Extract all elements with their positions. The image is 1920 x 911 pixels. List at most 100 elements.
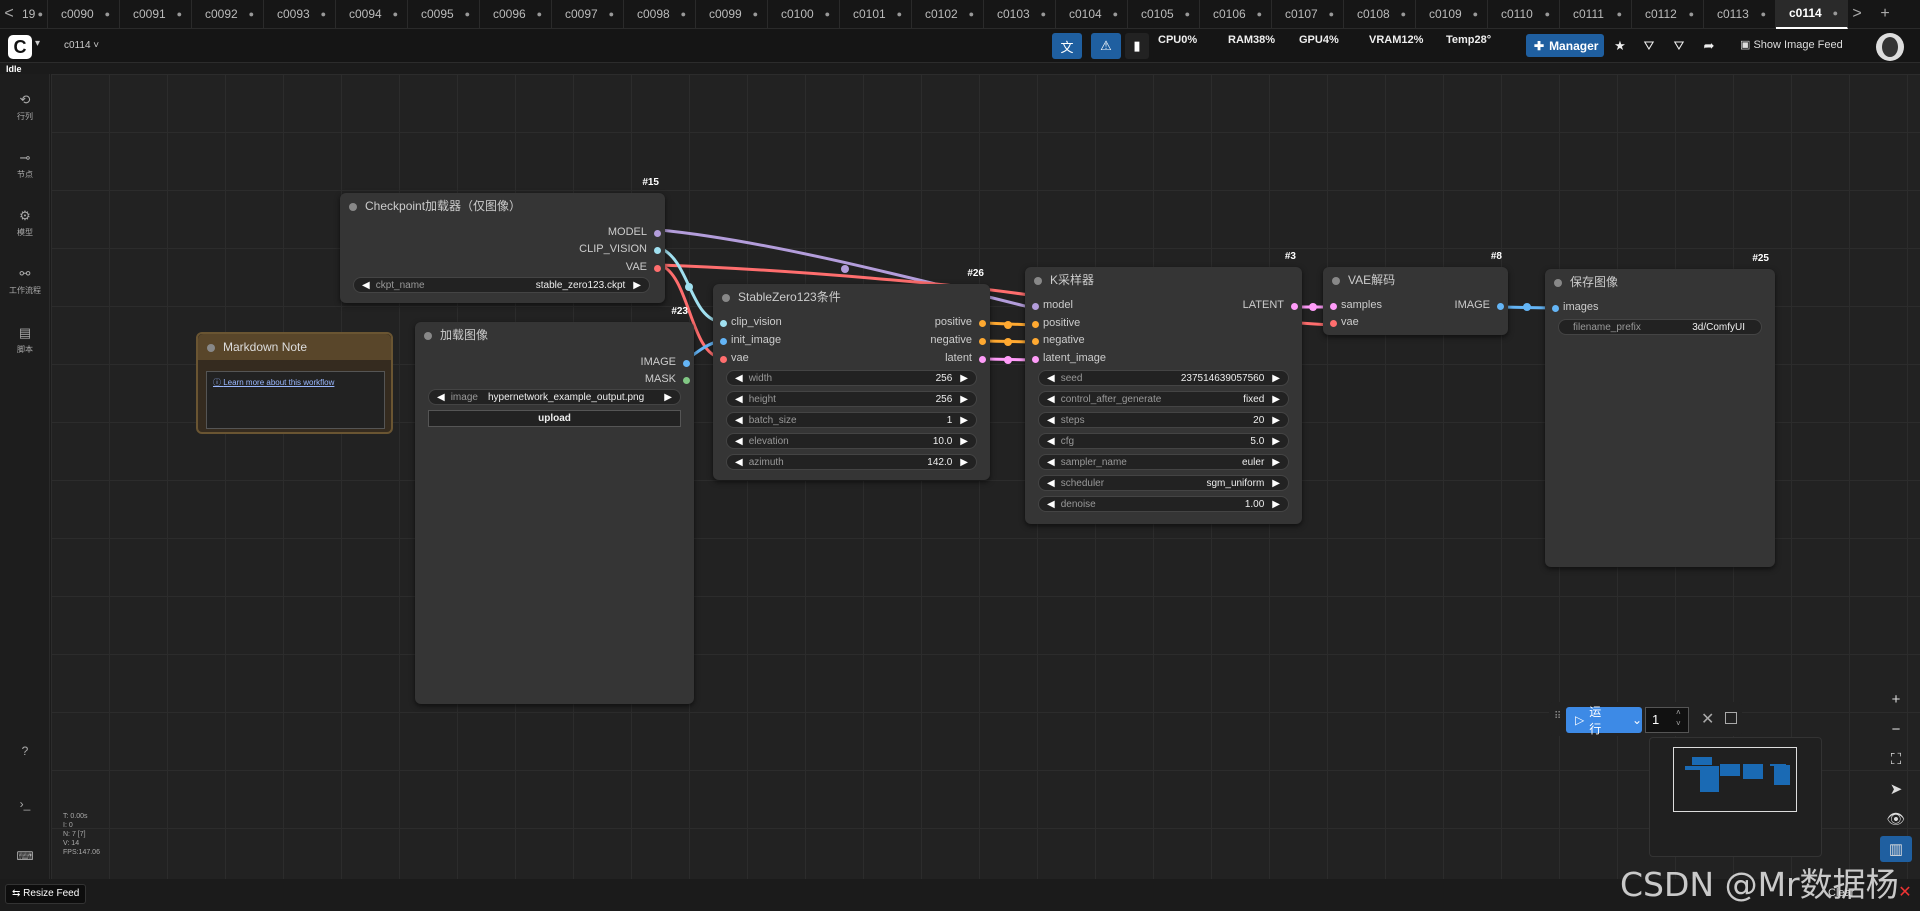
arrow-right-icon[interactable]: ▶ [960, 394, 968, 405]
tab-partial[interactable]: 19 ● [18, 0, 48, 29]
node-ksampler[interactable]: #3 K采样器 model positive negative latent_image L… [1025, 251, 1302, 524]
input-dot[interactable] [720, 338, 727, 345]
arrow-right-icon[interactable]: ▶ [960, 373, 968, 384]
help-icon[interactable]: ? [0, 744, 50, 758]
sidebar-item-4[interactable]: ▤ 脚本 [0, 325, 50, 355]
widget-elevation[interactable]: ◀ elevation 10.0 ▶ [726, 433, 977, 449]
widget-azimuth[interactable]: ◀ azimuth 142.0 ▶ [726, 454, 977, 470]
sidebar-item-3[interactable]: ⚯ 工作流程 [0, 266, 50, 296]
tab-c0101[interactable]: c0101 ● [840, 0, 912, 29]
keyboard-icon[interactable]: ⌨ [0, 849, 50, 863]
tab-scroll-right-icon[interactable]: > [1848, 0, 1866, 29]
bookmark-icon[interactable]: ▮ [1125, 33, 1149, 59]
arrow-left-icon[interactable]: ◀ [735, 394, 743, 405]
node-title[interactable]: StableZero123条件 [713, 284, 990, 310]
tab-c0111[interactable]: c0111 ● [1560, 0, 1632, 29]
ckpt-name-widget[interactable]: ◀ ckpt_name stable_zero123.ckpt ▶ [353, 277, 650, 293]
zoom-in-icon[interactable]: + [1880, 686, 1912, 712]
node-save-image[interactable]: #25 保存图像 images filename_prefix 3d/Comfy… [1545, 253, 1775, 567]
tab-c0103[interactable]: c0103 ● [984, 0, 1056, 29]
arrow-left-icon[interactable]: ◀ [735, 415, 743, 426]
manager-button[interactable]: ✚ Manager [1526, 34, 1604, 57]
arrow-left-icon[interactable]: ◀ [1047, 457, 1055, 468]
tab-c0113[interactable]: c0113 ● [1704, 0, 1776, 29]
toggle-visibility-icon[interactable]: 👁 [1880, 806, 1912, 832]
drag-handle-icon[interactable]: ⠿ [1554, 711, 1561, 722]
arrow-left-icon[interactable]: ◀ [735, 436, 743, 447]
tab-c0106[interactable]: c0106 ● [1200, 0, 1272, 29]
tab-c0104[interactable]: c0104 ● [1056, 0, 1128, 29]
tab-c0114[interactable]: c0114 ● [1776, 0, 1848, 29]
upload-button[interactable]: upload [428, 410, 681, 427]
zoom-out-icon[interactable]: − [1880, 716, 1912, 742]
widget-height[interactable]: ◀ height 256 ▶ [726, 391, 977, 407]
tab-c0091[interactable]: c0091 ● [120, 0, 192, 29]
sidebar-item-2[interactable]: ⚙ 模型 [0, 208, 50, 238]
input-dot[interactable] [1032, 303, 1039, 310]
node-title[interactable]: Markdown Note [198, 334, 391, 360]
show-image-feed-button[interactable]: ▣ Show Image Feed [1740, 38, 1843, 51]
tab-c0095[interactable]: c0095 ● [408, 0, 480, 29]
output-dot[interactable] [654, 230, 661, 237]
widget-seed[interactable]: ◀ seed 237514639057560 ▶ [1038, 370, 1289, 386]
tab-c0099[interactable]: c0099 ● [696, 0, 768, 29]
arrow-right-icon[interactable]: ▶ [960, 436, 968, 447]
input-dot[interactable] [1330, 320, 1337, 327]
arrow-right-icon[interactable]: ▶ [1272, 394, 1280, 405]
node-title[interactable]: K采样器 [1025, 267, 1302, 293]
node-title[interactable]: 保存图像 [1545, 269, 1775, 295]
share-icon[interactable]: ➦ [1697, 34, 1721, 58]
tab-c0107[interactable]: c0107 ● [1272, 0, 1344, 29]
run-count-input[interactable]: 1 [1645, 707, 1689, 733]
tab-c0110[interactable]: c0110 ● [1488, 0, 1560, 29]
arrow-right-icon[interactable]: ▶ [1272, 457, 1280, 468]
input-dot[interactable] [1032, 338, 1039, 345]
arrow-right-icon[interactable]: ▶ [960, 415, 968, 426]
node-checkpoint-loader[interactable]: #15 Checkpoint加载器（仅图像） MODEL CLIP_VISION… [340, 177, 665, 303]
tab-c0096[interactable]: c0096 ● [480, 0, 552, 29]
arrow-left-icon[interactable]: ◀ [1047, 436, 1055, 447]
arrow-right-icon[interactable]: ▶ [1272, 436, 1280, 447]
arrow-right-icon[interactable]: ▶ [1272, 499, 1280, 510]
node-vae-decode[interactable]: #8 VAE解码 samples vae IMAGE [1323, 251, 1508, 335]
tab-c0112[interactable]: c0112 ● [1632, 0, 1704, 29]
cancel-icon[interactable]: ✕ [1701, 709, 1714, 729]
output-dot[interactable] [1291, 303, 1298, 310]
input-dot[interactable] [720, 320, 727, 327]
node-title[interactable]: VAE解码 [1323, 267, 1508, 293]
arrow-left-icon[interactable]: ◀ [1047, 373, 1055, 384]
terminal-icon[interactable]: ›_ [0, 797, 50, 811]
fit-view-icon[interactable]: ⛶ [1880, 746, 1912, 772]
arrow-right-icon[interactable]: ▶ [1272, 373, 1280, 384]
tab-c0098[interactable]: c0098 ● [624, 0, 696, 29]
comfy-logo[interactable]: C [8, 35, 32, 59]
star-icon[interactable]: ★ [1608, 34, 1632, 58]
output-dot[interactable] [979, 320, 986, 327]
output-dot[interactable] [654, 247, 661, 254]
arrow-right-icon[interactable]: ▶ [1272, 478, 1280, 489]
widget-denoise[interactable]: ◀ denoise 1.00 ▶ [1038, 496, 1289, 512]
arrow-right-icon[interactable]: ▶ [633, 280, 641, 291]
input-dot[interactable] [1552, 305, 1559, 312]
minimap[interactable] [1649, 737, 1822, 857]
arrow-left-icon[interactable]: ◀ [1047, 394, 1055, 405]
output-dot[interactable] [683, 377, 690, 384]
image-select-widget[interactable]: ◀ image hypernetwork_example_output.png … [428, 389, 681, 405]
arrow-left-icon[interactable]: ◀ [735, 457, 743, 468]
widget-steps[interactable]: ◀ steps 20 ▶ [1038, 412, 1289, 428]
tab-c0093[interactable]: c0093 ● [264, 0, 336, 29]
tab-scroll-left-icon[interactable]: < [0, 0, 18, 29]
tab-c0100[interactable]: c0100 ● [768, 0, 840, 29]
node-title[interactable]: 加载图像 [415, 322, 694, 348]
tab-c0097[interactable]: c0097 ● [552, 0, 624, 29]
node-load-image[interactable]: #23 加载图像 IMAGE MASK ◀ image hypernetwork… [415, 306, 694, 704]
arrow-left-icon[interactable]: ◀ [362, 280, 370, 291]
tab-c0094[interactable]: c0094 ● [336, 0, 408, 29]
sidebar-item-0[interactable]: ⟲ 行列 [0, 92, 50, 122]
output-dot[interactable] [979, 338, 986, 345]
node-stablezero123[interactable]: #26 StableZero123条件 clip_vision init_image v… [713, 268, 990, 480]
stop-icon[interactable] [1725, 712, 1737, 724]
custom-nodes-icon[interactable]: ⛛ [1667, 34, 1691, 58]
new-tab-icon[interactable]: + [1876, 0, 1894, 29]
model-manager-icon[interactable]: ⛛ [1637, 34, 1661, 58]
